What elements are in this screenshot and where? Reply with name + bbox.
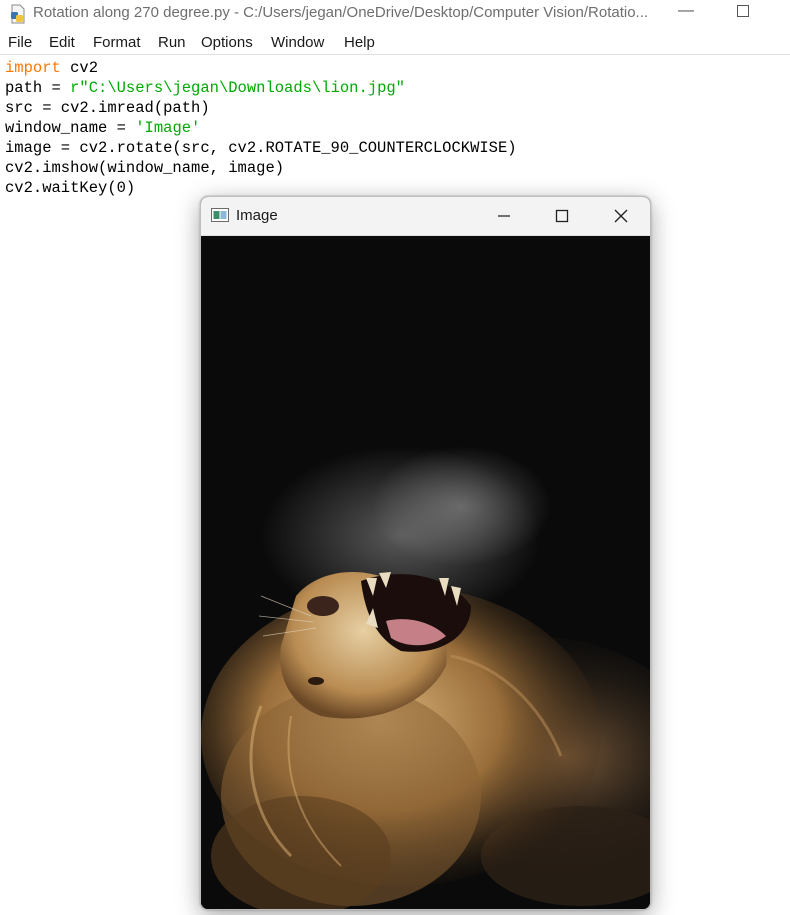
menu-options[interactable]: Options [201,34,253,51]
menu-bar: File Edit Format Run Options Window Help [0,32,790,55]
editor-title-bar[interactable]: Rotation along 270 degree.py - C:/Users/… [0,0,790,30]
code-editor[interactable]: import cv2 path = r"C:\Users\jegan\Downl… [5,58,517,198]
window-title: Rotation along 270 degree.py - C:/Users/… [33,4,649,21]
image-window-title-bar[interactable]: Image [201,197,650,236]
maximize-icon[interactable] [737,5,749,17]
code-line: image = cv2.rotate(src, cv2.ROTATE_90_CO… [5,139,517,157]
code-line: cv2.imshow(window_name, image) [5,159,285,177]
string-literal: r"C:\Users\jegan\Downloads\lion.jpg" [70,79,405,97]
code-line: path = r"C:\Users\jegan\Downloads\lion.j… [5,78,517,98]
python-file-icon [11,4,25,24]
menu-run[interactable]: Run [158,34,186,51]
menu-window[interactable]: Window [271,34,324,51]
code-line: window_name = 'Image' [5,118,517,138]
lion-photo [201,236,650,909]
image-window-title: Image [236,207,278,224]
code-line: cv2.waitKey(0) [5,179,136,197]
keyword: import [5,59,61,77]
image-window[interactable]: Image [200,196,651,910]
minimize-icon[interactable] [494,206,514,226]
menu-edit[interactable]: Edit [49,34,75,51]
minimize-icon[interactable]: — [678,2,694,20]
menu-file[interactable]: File [8,34,32,51]
window-app-icon [211,208,229,222]
menu-help[interactable]: Help [344,34,375,51]
code-text: window_name = [5,119,136,137]
string-literal: 'Image' [135,119,201,137]
code-line: src = cv2.imread(path) [5,99,210,117]
close-icon[interactable] [611,206,631,226]
code-line: import cv2 [5,58,517,78]
maximize-icon[interactable] [552,206,572,226]
code-text: cv2 [60,59,99,77]
code-text: path = [5,79,71,97]
menu-format[interactable]: Format [93,34,141,51]
